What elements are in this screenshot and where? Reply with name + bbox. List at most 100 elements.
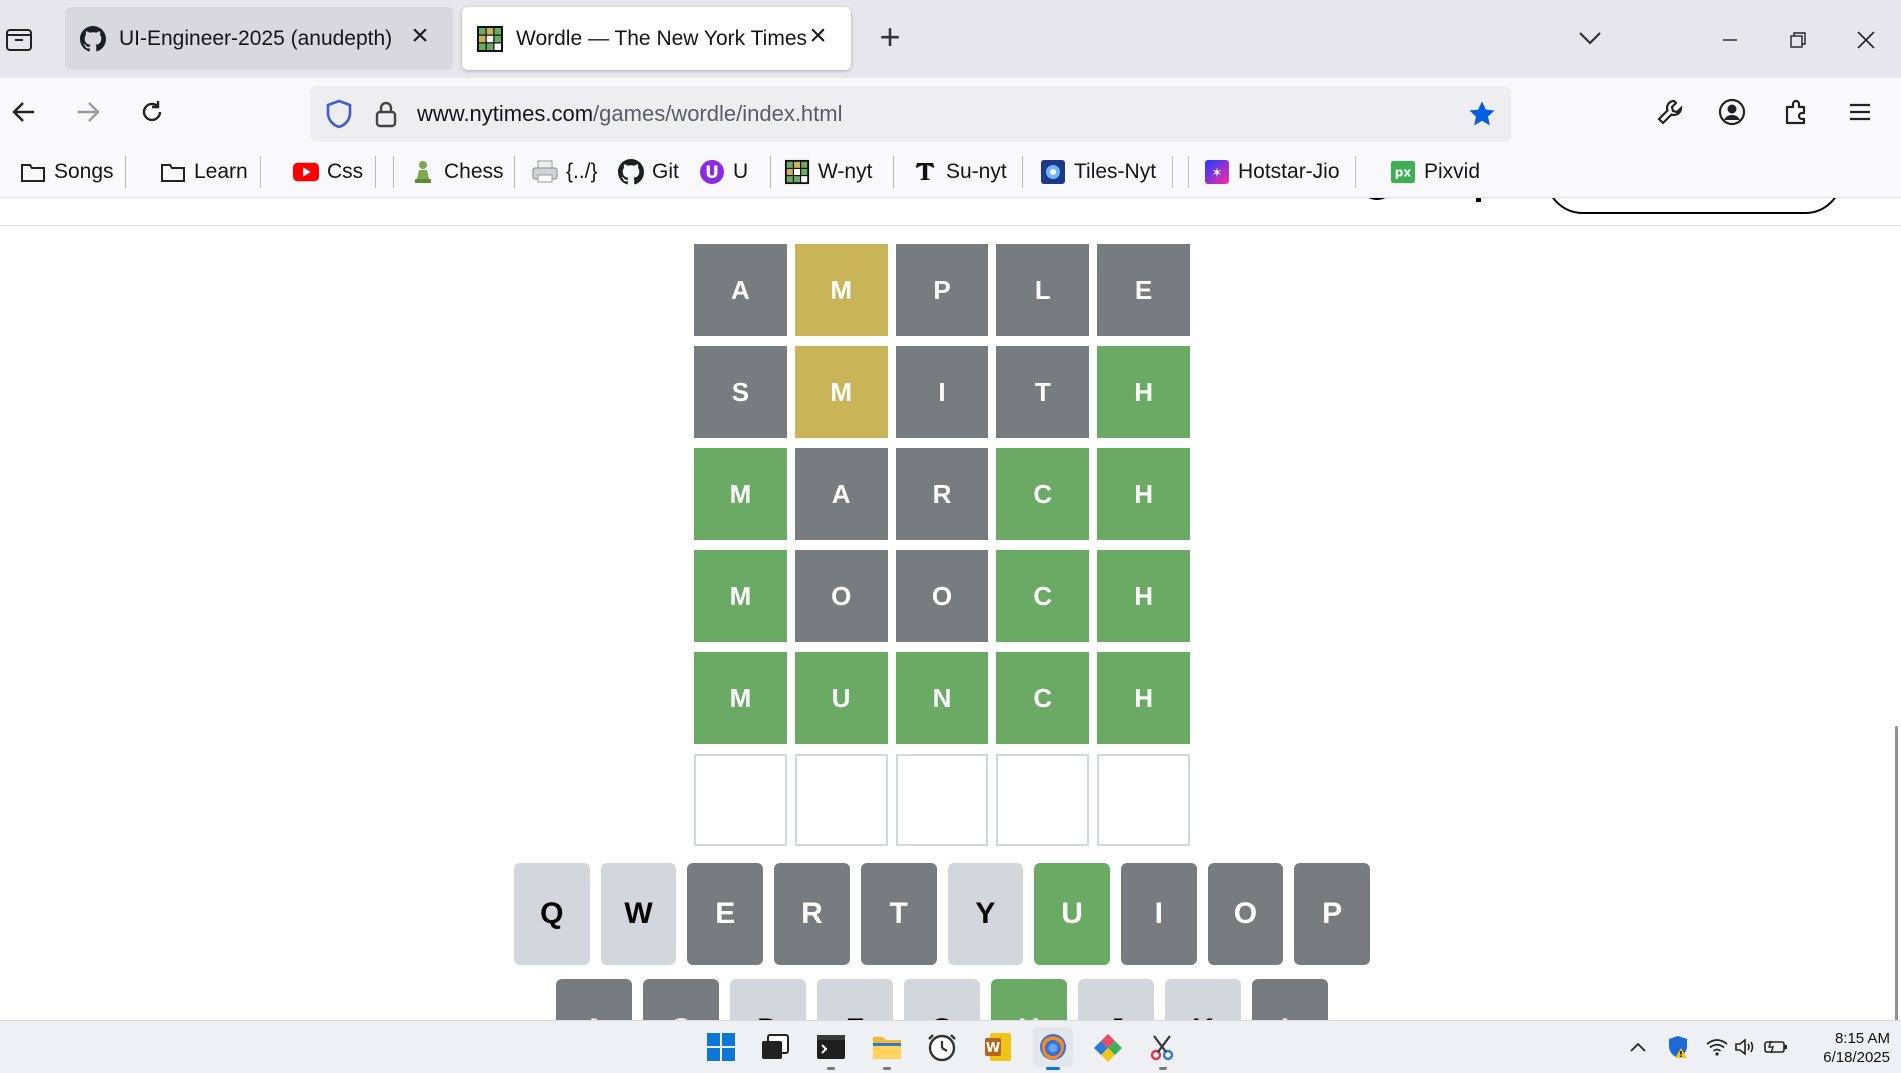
keyboard-row: QWERTYUIOP	[513, 863, 1371, 965]
clock-app-icon[interactable]	[922, 1027, 962, 1067]
nyt-logo-icon: T	[912, 159, 938, 185]
bookmark-label: Tiles-Nyt	[1074, 160, 1157, 183]
firefox-icon[interactable]	[1033, 1027, 1073, 1070]
snipping-tool-icon[interactable]	[1143, 1027, 1183, 1070]
running-indicator	[1046, 1067, 1060, 1070]
close-icon[interactable]: ×	[405, 21, 435, 51]
tools-button[interactable]	[1652, 94, 1688, 130]
chevron-up-icon[interactable]	[1618, 1027, 1658, 1067]
file-explorer-icon[interactable]	[867, 1027, 907, 1070]
bookmark-songs[interactable]: Songs	[20, 154, 114, 190]
key-l[interactable]: L	[1252, 979, 1328, 1020]
new-tab-button[interactable]: +	[872, 19, 908, 56]
close-window-button[interactable]	[1846, 20, 1886, 60]
bookmark-printer[interactable]: {../}	[532, 154, 598, 190]
forward-button[interactable]	[70, 94, 106, 130]
header-icon-partial	[1362, 198, 1392, 200]
svg-text:px: px	[1395, 166, 1412, 180]
bookmark-u[interactable]: U U	[699, 154, 748, 190]
key-w[interactable]: W	[600, 863, 677, 965]
empty-tile	[694, 754, 787, 846]
key-q[interactable]: Q	[513, 863, 590, 965]
reload-button[interactable]	[134, 94, 170, 130]
key-y[interactable]: Y	[947, 863, 1024, 965]
system-clock[interactable]: 8:15 AM 6/18/2025	[1800, 1029, 1890, 1067]
account-button[interactable]	[1714, 94, 1750, 130]
key-r[interactable]: R	[774, 863, 850, 965]
bookmark-su-nyt[interactable]: T Su-nyt	[912, 154, 1007, 190]
minimize-button[interactable]	[1710, 20, 1750, 60]
board-row: MARCH	[694, 448, 1190, 540]
bookmark-label: {../}	[566, 160, 598, 183]
header-button-partial[interactable]	[1545, 198, 1843, 214]
tab-github[interactable]: UI-Engineer-2025 (anudepth) ×	[65, 7, 453, 70]
pixvid-icon: px	[1390, 159, 1416, 185]
bookmark-git[interactable]: Git	[618, 154, 679, 190]
firefox-view-icon[interactable]	[4, 24, 34, 54]
bookmark-separator	[1188, 156, 1189, 188]
bookmark-w-nyt[interactable]: W-nyt	[784, 154, 872, 190]
letter-tile: A	[794, 448, 888, 540]
folder-icon	[20, 159, 46, 185]
bookmark-tiles-nyt[interactable]: Tiles-Nyt	[1040, 154, 1156, 190]
letter-tile: H	[1097, 448, 1190, 540]
key-p[interactable]: P	[1294, 863, 1371, 965]
key-a[interactable]: A	[556, 979, 632, 1020]
bookmark-css[interactable]: Css	[293, 154, 363, 190]
bookmark-pixvid[interactable]: px Pixvid	[1390, 154, 1480, 190]
key-u[interactable]: U	[1034, 863, 1110, 965]
tab-wordle[interactable]: Wordle — The New York Times ×	[462, 7, 851, 70]
key-o[interactable]: O	[1207, 863, 1284, 965]
lock-icon[interactable]	[372, 98, 400, 130]
letter-tile: M	[694, 448, 787, 540]
start-icon[interactable]	[701, 1027, 741, 1067]
empty-tile	[996, 754, 1090, 846]
bookmark-chess[interactable]: Chess	[410, 154, 504, 190]
windows-taskbar: W ! 8:15 AM 6/18/2025	[0, 1020, 1901, 1073]
key-f[interactable]: F	[817, 979, 893, 1020]
close-icon[interactable]: ×	[803, 21, 833, 51]
extensions-button[interactable]	[1778, 94, 1814, 130]
menu-button[interactable]	[1842, 94, 1878, 130]
empty-tile	[794, 754, 888, 846]
bookmark-separator	[1172, 156, 1173, 188]
battery-icon[interactable]	[1756, 1027, 1796, 1067]
shield-icon[interactable]	[324, 98, 354, 130]
reload-icon	[142, 101, 162, 122]
board-row: SMITH	[694, 346, 1190, 438]
key-j[interactable]: J	[1078, 979, 1154, 1020]
u-badge-icon: U	[699, 159, 725, 185]
clock-time: 8:15 AM	[1834, 1030, 1890, 1047]
key-i[interactable]: I	[1120, 863, 1197, 965]
bookmark-star-icon[interactable]	[1466, 98, 1498, 130]
color-app-icon[interactable]	[1088, 1027, 1128, 1067]
on-screen-keyboard: QWERTYUIOP ASDFGHJKL	[513, 863, 1371, 1020]
letter-tile: M	[794, 346, 888, 438]
bookmark-label: Chess	[444, 160, 504, 183]
scrollbar-thumb[interactable]	[1895, 726, 1898, 1020]
bookmark-hotstar-jio[interactable]: ✶ Hotstar-Jio	[1204, 154, 1340, 190]
chess-pawn-icon	[410, 159, 436, 185]
key-k[interactable]: K	[1165, 979, 1241, 1020]
key-d[interactable]: D	[730, 979, 806, 1020]
security-shield-icon[interactable]: !	[1658, 1027, 1698, 1067]
svg-text:✶: ✶	[1212, 166, 1223, 181]
bookmark-label: Learn	[194, 160, 248, 183]
url-text[interactable]: www.nytimes.com/games/wordle/index.html	[417, 101, 843, 127]
task-view-icon[interactable]	[755, 1027, 795, 1067]
url-bar[interactable]: www.nytimes.com/games/wordle/index.html	[310, 86, 1511, 142]
restore-button[interactable]	[1778, 20, 1818, 60]
chevron-down-icon[interactable]	[1574, 26, 1606, 50]
word-icon[interactable]: W	[978, 1027, 1018, 1067]
key-s[interactable]: S	[643, 979, 719, 1020]
svg-text:U: U	[705, 163, 719, 183]
letter-tile: R	[895, 448, 989, 540]
key-t[interactable]: T	[860, 863, 937, 965]
terminal-icon[interactable]	[811, 1027, 851, 1070]
key-e[interactable]: E	[687, 863, 764, 965]
running-indicator	[827, 1067, 835, 1070]
back-button[interactable]	[6, 94, 42, 130]
bookmark-learn[interactable]: Learn	[160, 154, 248, 190]
key-h[interactable]: H	[991, 979, 1067, 1020]
key-g[interactable]: G	[904, 979, 980, 1020]
